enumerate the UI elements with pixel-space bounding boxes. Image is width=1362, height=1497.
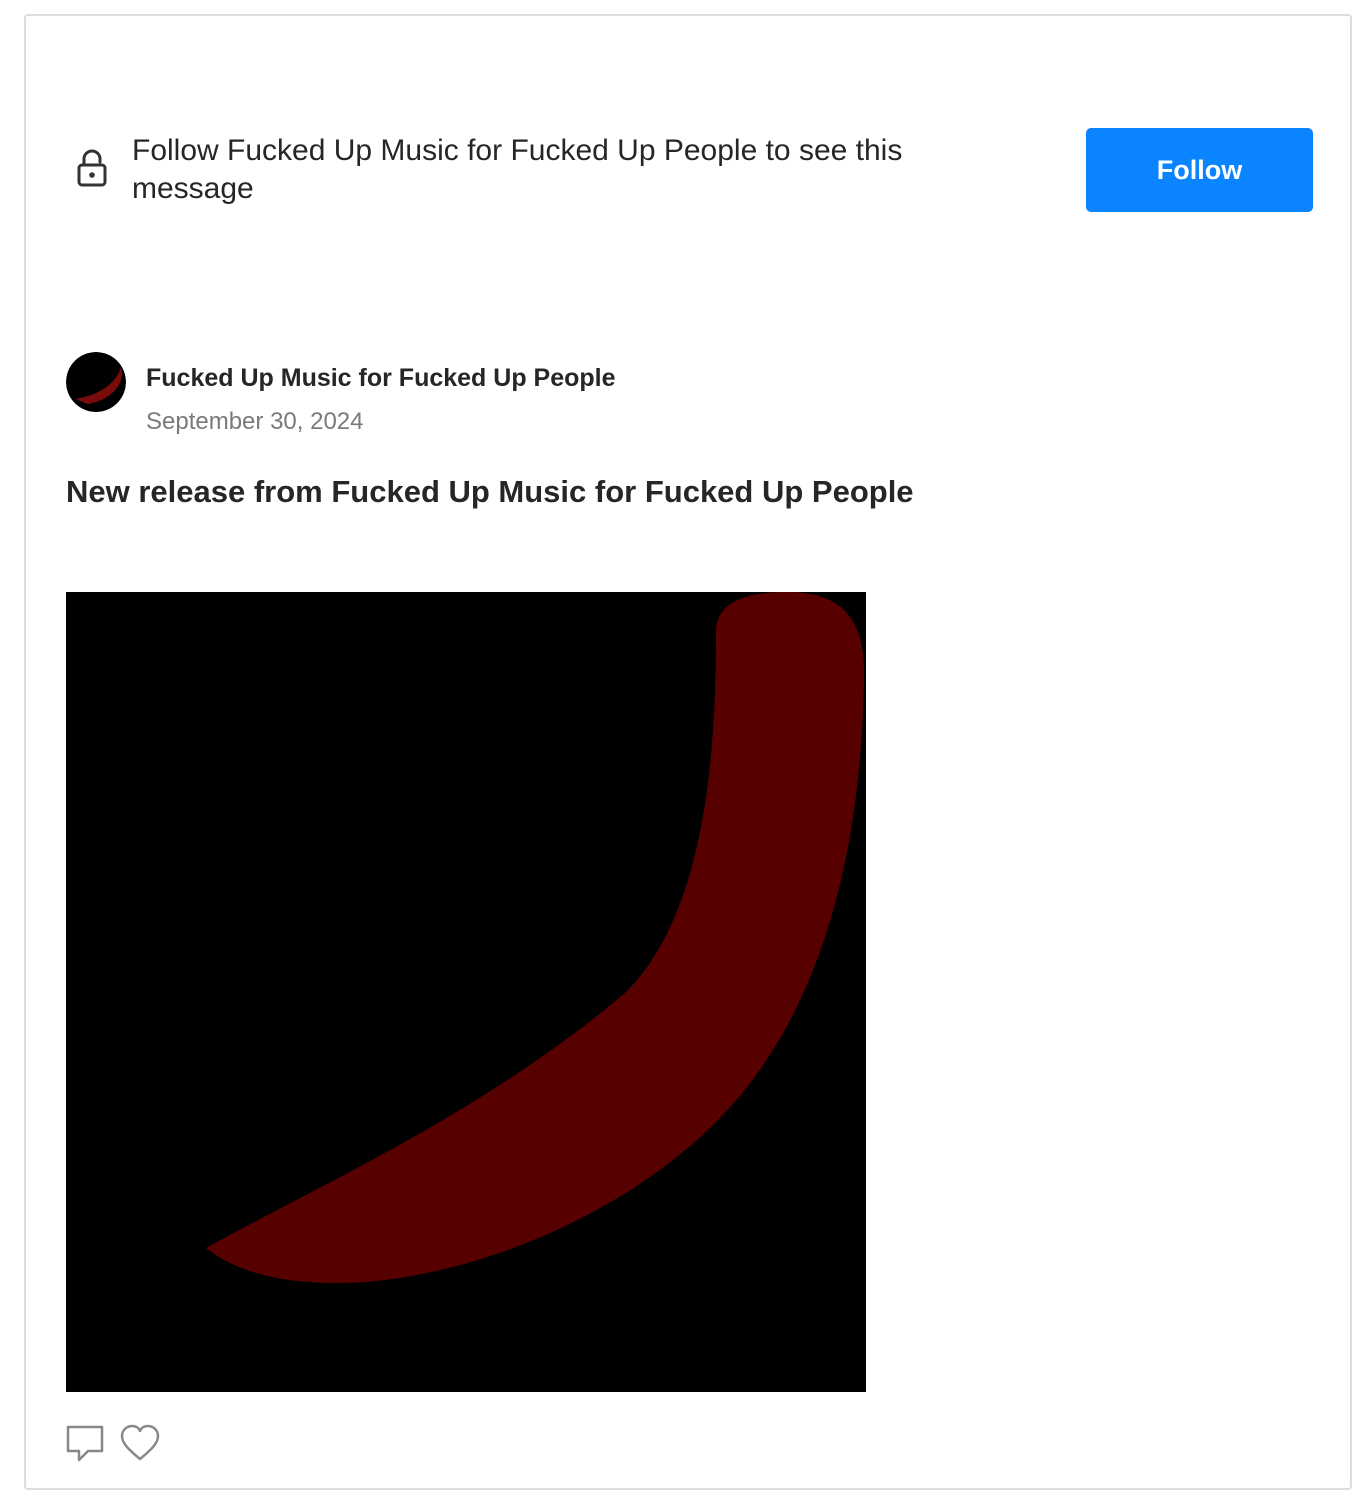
locked-message-text: Follow Fucked Up Music for Fucked Up Peo…	[132, 134, 903, 205]
avatar[interactable]	[66, 352, 126, 412]
locked-message-bar: Follow Fucked Up Music for Fucked Up Peo…	[66, 126, 1314, 216]
post-actions	[66, 1424, 266, 1468]
post-title[interactable]: New release from Fucked Up Music for Fuc…	[66, 474, 914, 510]
author-name[interactable]: Fucked Up Music for Fucked Up People	[146, 364, 616, 393]
heart-icon[interactable]	[120, 1424, 160, 1464]
comment-icon[interactable]	[66, 1424, 106, 1464]
post-card: Follow Fucked Up Music for Fucked Up Peo…	[24, 14, 1352, 1490]
release-artwork[interactable]	[66, 592, 866, 1392]
follow-button[interactable]: Follow	[1086, 128, 1313, 212]
post-author-row: Fucked Up Music for Fucked Up People Sep…	[66, 352, 966, 442]
lock-icon	[77, 149, 107, 187]
post-date: September 30, 2024	[146, 408, 364, 435]
